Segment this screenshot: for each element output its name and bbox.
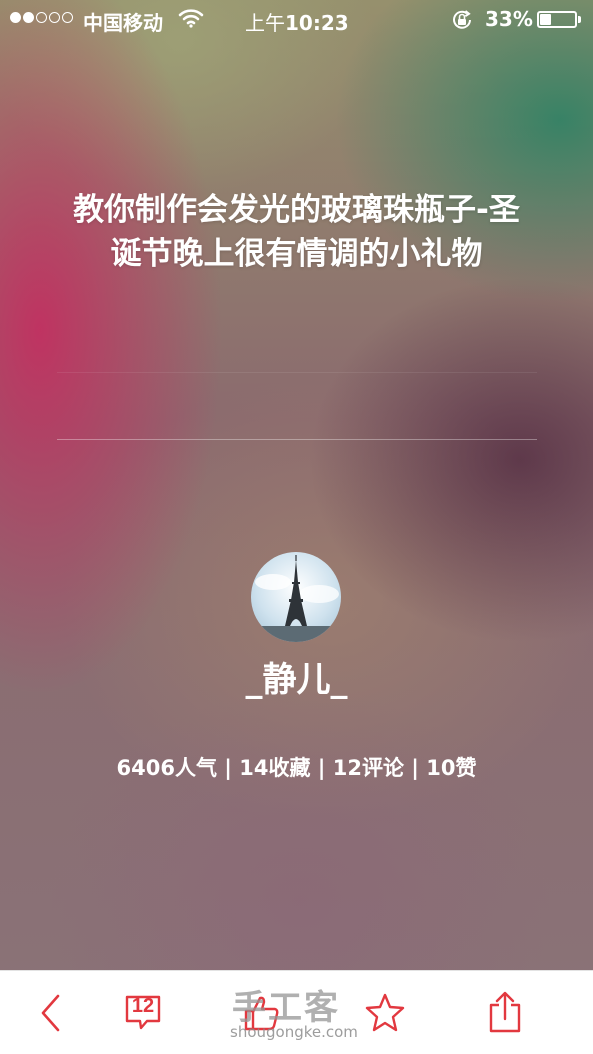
comments-button[interactable]: 12	[118, 971, 168, 1054]
share-button[interactable]	[475, 971, 535, 1054]
time-prefix: 上午	[245, 11, 285, 35]
share-icon	[489, 991, 521, 1032]
rotation-lock-icon	[450, 9, 474, 36]
carrier-name: 中国移动	[83, 11, 163, 35]
comment-bubble-icon: 12	[123, 993, 163, 1033]
time-value: 10:23	[285, 11, 349, 35]
favorite-button[interactable]	[355, 971, 415, 1054]
wifi-icon	[178, 8, 204, 33]
back-button[interactable]	[20, 971, 80, 1054]
article-stats: 6406人气 | 14收藏 | 12评论 | 10赞	[116, 756, 477, 780]
title-divider	[57, 439, 537, 440]
battery-tip	[578, 16, 581, 23]
faint-divider	[57, 372, 537, 373]
watermark-url: shougongke.com	[230, 1023, 358, 1041]
blurred-background	[0, 0, 593, 1053]
star-icon	[365, 993, 405, 1031]
author-name[interactable]: _静儿_	[0, 652, 593, 701]
comment-count: 12	[131, 994, 155, 1017]
clock: 上午10:23	[245, 7, 349, 36]
status-bar: 中国移动 上午10:23 33%	[0, 0, 593, 40]
battery-percent: 33%	[485, 7, 533, 31]
eiffel-tower-image	[251, 555, 341, 642]
battery-level	[540, 14, 551, 25]
article-title: 教你制作会发光的玻璃珠瓶子-圣诞节晚上很有情调的小礼物	[73, 192, 520, 272]
signal-strength-icon	[10, 12, 73, 23]
battery-icon	[537, 11, 577, 28]
author-avatar[interactable]	[251, 552, 341, 642]
chevron-left-icon	[41, 994, 60, 1031]
watermark-title: 手工客	[232, 988, 340, 1028]
